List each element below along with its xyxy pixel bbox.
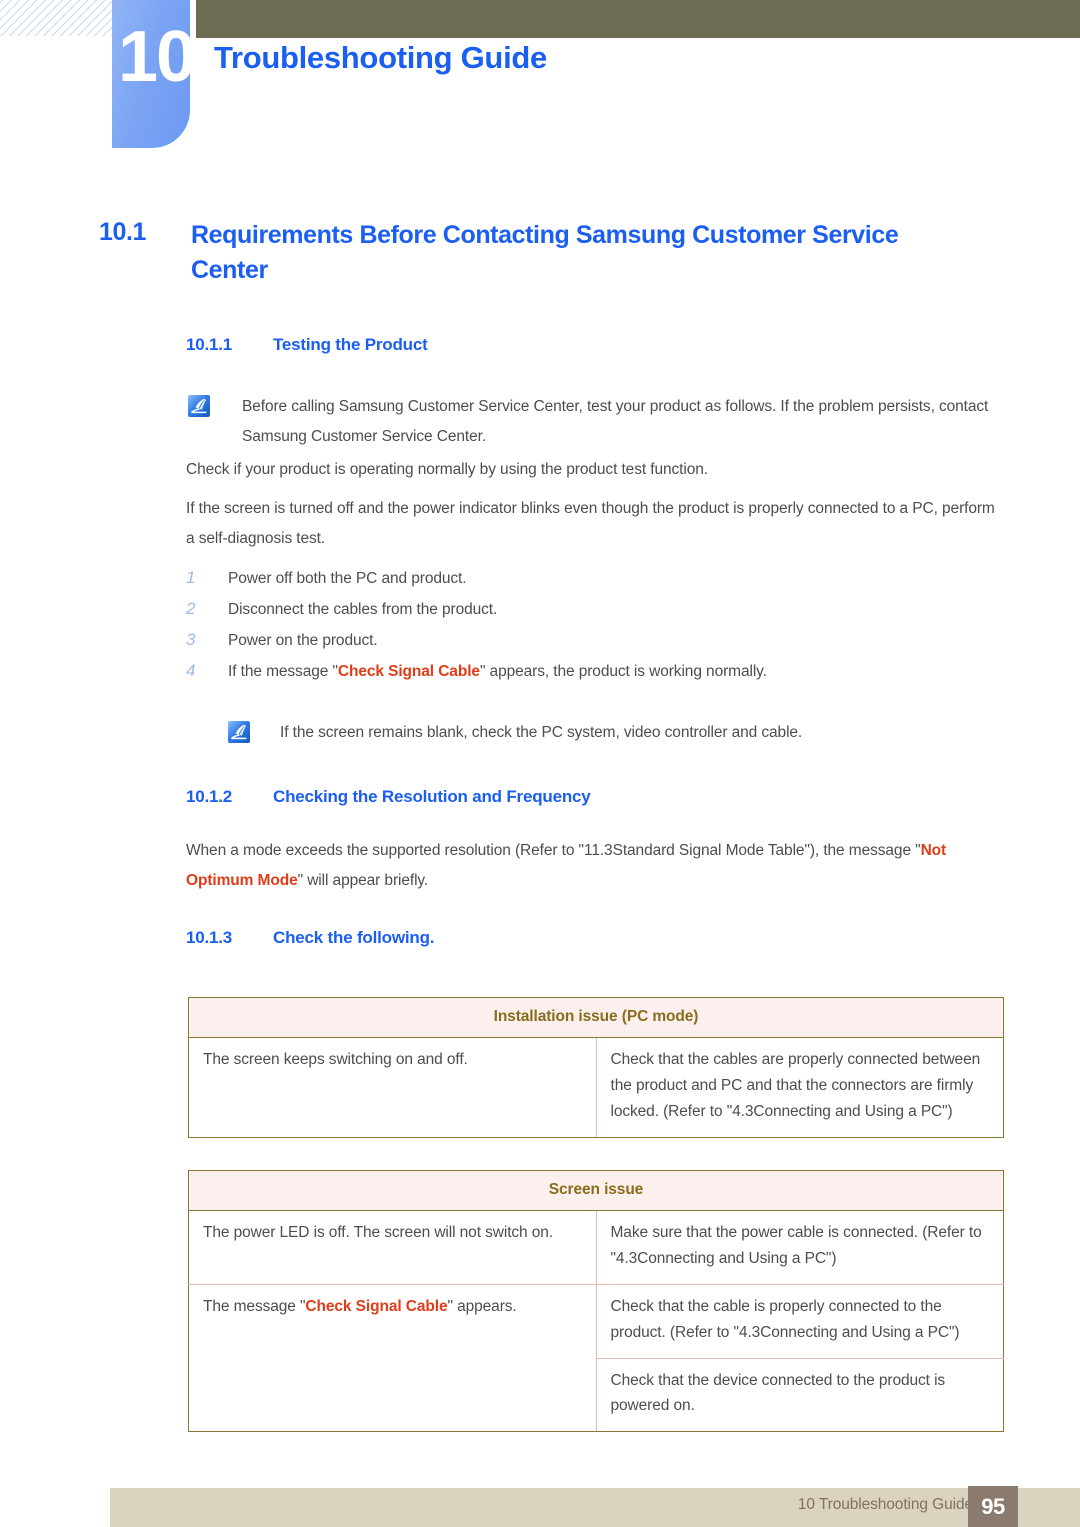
step-text: If the message "Check Signal Cable" appe… bbox=[228, 663, 767, 681]
table-header-screen-issue: Screen issue bbox=[188, 1170, 1004, 1211]
paragraph-not-optimum-mode: When a mode exceeds the supported resolu… bbox=[186, 836, 1001, 896]
step-text-before: If the message " bbox=[228, 663, 338, 680]
note-pen-icon bbox=[188, 395, 210, 417]
subsection-number: 10.1.1 bbox=[186, 335, 233, 354]
table-cell-solution: Check that the cables are properly conne… bbox=[596, 1037, 1004, 1138]
step-number: 2 bbox=[186, 599, 196, 618]
table-cell-text-before: The message " bbox=[203, 1297, 306, 1315]
table-cell-issue: The message "Check Signal Cable" appears… bbox=[188, 1283, 597, 1433]
list-item: 2 Disconnect the cables from the product… bbox=[186, 599, 1001, 619]
list-item: 4 If the message "Check Signal Cable" ap… bbox=[186, 661, 1001, 681]
page-number: 95 bbox=[968, 1486, 1018, 1527]
footer-chapter-label: 10 Troubleshooting Guide bbox=[797, 1496, 973, 1513]
paragraph-text-after: " will appear briefly. bbox=[297, 872, 429, 890]
subsection-number: 10.1.3 bbox=[186, 928, 233, 947]
note-block: Before calling Samsung Customer Service … bbox=[188, 392, 1003, 452]
table-cell-solution: Make sure that the power cable is connec… bbox=[596, 1210, 1004, 1285]
decorative-hatch-pattern bbox=[0, 0, 112, 36]
note-text: Before calling Samsung Customer Service … bbox=[242, 398, 989, 446]
chapter-number: 10 bbox=[117, 17, 196, 97]
numbered-steps-list: 1 Power off both the PC and product. 2 D… bbox=[186, 568, 1001, 692]
subsection-title: Checking the Resolution and Frequency bbox=[273, 787, 591, 806]
subsection-title: Testing the Product bbox=[273, 335, 428, 354]
note-block: If the screen remains blank, check the P… bbox=[228, 718, 1008, 748]
table-cell-highlight-check-signal-cable: Check Signal Cable bbox=[305, 1297, 448, 1315]
step-highlight-check-signal-cable: Check Signal Cable bbox=[337, 663, 480, 680]
table-cell-solution: Check that the device connected to the p… bbox=[596, 1357, 1004, 1433]
paragraph-text-before: When a mode exceeds the supported resolu… bbox=[186, 842, 921, 859]
table-cell-solution: Check that the cable is properly connect… bbox=[596, 1283, 1004, 1359]
subsection-heading-testing-the-product: 10.1.1 Testing the Product bbox=[186, 335, 428, 355]
subsection-number: 10.1.2 bbox=[186, 787, 233, 806]
step-text: Power on the product. bbox=[228, 632, 378, 649]
note-text: If the screen remains blank, check the P… bbox=[280, 724, 803, 741]
table-installation-issue: Installation issue (PC mode) The screen … bbox=[188, 997, 1004, 1138]
chapter-title: Troubleshooting Guide bbox=[214, 40, 547, 75]
table-row: The power LED is off. The screen will no… bbox=[188, 1210, 1004, 1285]
table-row: The screen keeps switching on and off. C… bbox=[188, 1037, 1004, 1138]
note-pen-icon bbox=[228, 721, 250, 743]
table-cell-text-after: " appears. bbox=[447, 1297, 517, 1315]
subsection-title: Check the following. bbox=[273, 928, 435, 947]
table-header-row: Screen issue bbox=[188, 1170, 1004, 1211]
paragraph-product-test: Check if your product is operating norma… bbox=[186, 461, 708, 478]
step-text: Power off both the PC and product. bbox=[228, 570, 467, 587]
header-olive-bar bbox=[196, 0, 1080, 38]
table-cell-issue: The screen keeps switching on and off. bbox=[188, 1037, 597, 1138]
step-number: 4 bbox=[186, 661, 196, 680]
step-text-after: " appears, the product is working normal… bbox=[479, 663, 767, 680]
table-row: The message "Check Signal Cable" appears… bbox=[188, 1283, 1004, 1433]
subsection-heading-checking-resolution-frequency: 10.1.2 Checking the Resolution and Frequ… bbox=[186, 787, 591, 807]
table-screen-issue: Screen issue The power LED is off. The s… bbox=[188, 1170, 1004, 1433]
list-item: 1 Power off both the PC and product. bbox=[186, 568, 1001, 588]
section-title: Requirements Before Contacting Samsung C… bbox=[191, 221, 899, 284]
step-text: Disconnect the cables from the product. bbox=[228, 601, 498, 618]
subsection-heading-check-the-following: 10.1.3 Check the following. bbox=[186, 928, 434, 948]
step-number: 3 bbox=[186, 630, 196, 649]
table-header-installation-issue: Installation issue (PC mode) bbox=[188, 997, 1004, 1038]
step-number: 1 bbox=[186, 568, 196, 587]
table-header-row: Installation issue (PC mode) bbox=[188, 997, 1004, 1038]
section-number: 10.1 bbox=[99, 218, 147, 246]
paragraph-self-diagnosis: If the screen is turned off and the powe… bbox=[186, 500, 995, 548]
list-item: 3 Power on the product. bbox=[186, 630, 1001, 650]
table-cell-issue: The power LED is off. The screen will no… bbox=[188, 1210, 597, 1285]
section-heading: 10.1 Requirements Before Contacting Sams… bbox=[99, 218, 999, 287]
